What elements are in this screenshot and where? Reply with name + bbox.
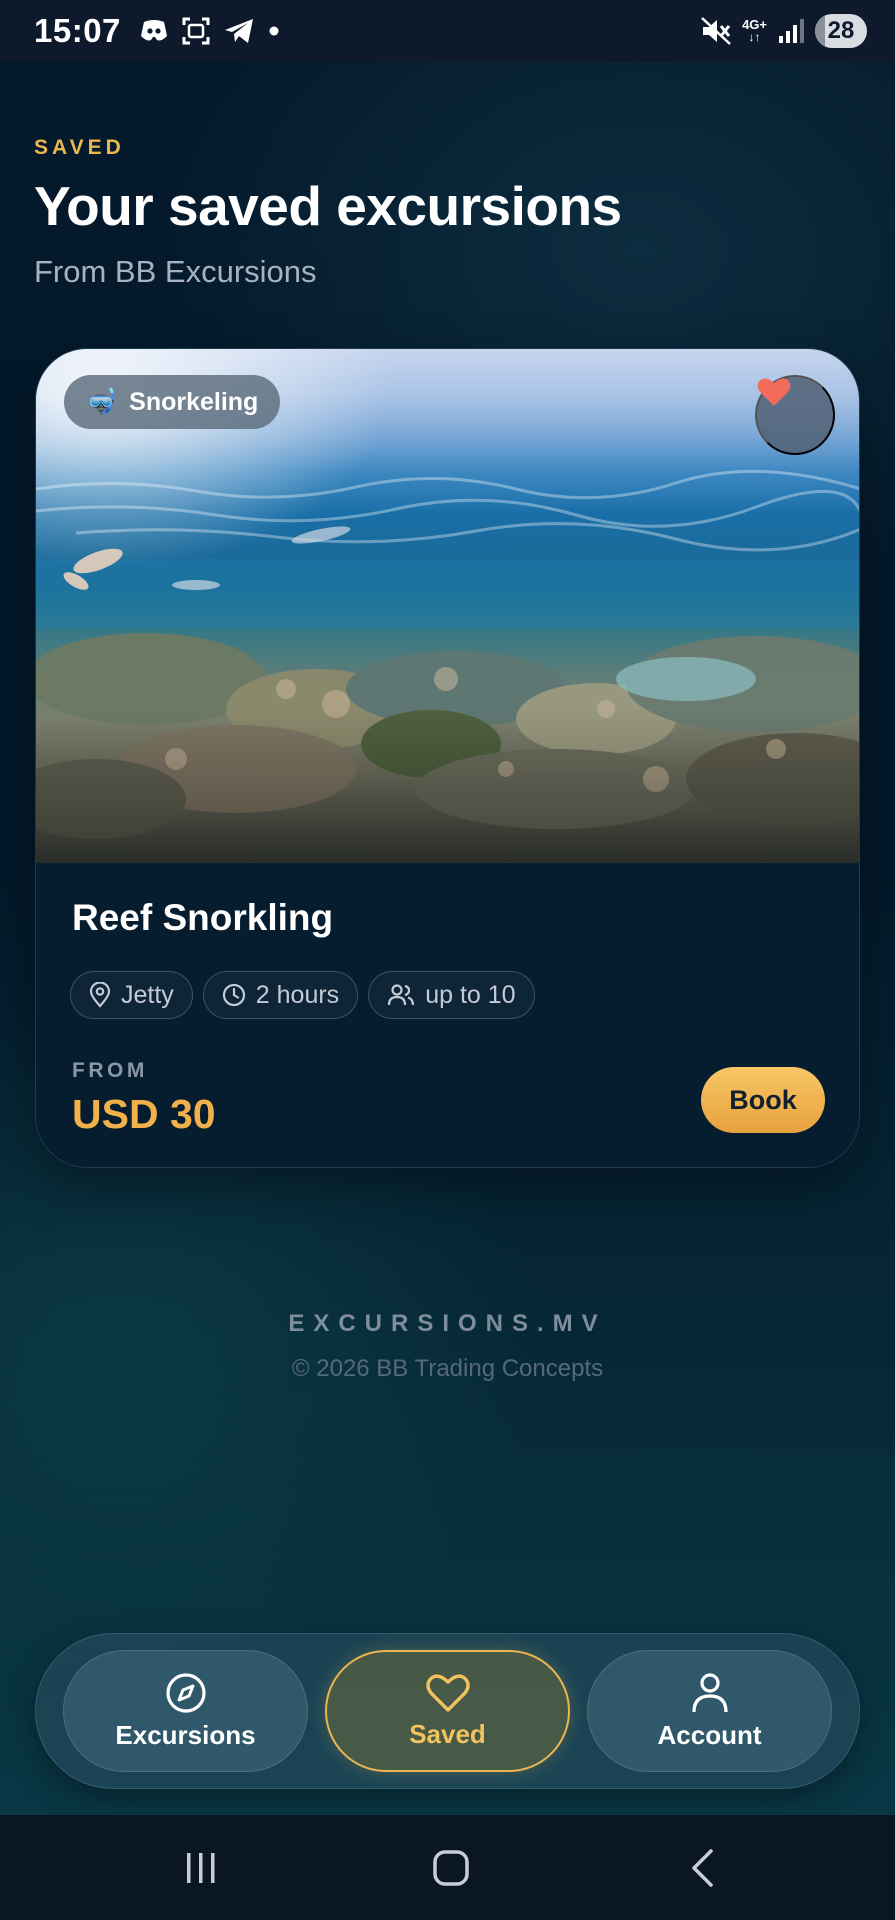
network-4g-icon: 4G+ ↓↑ <box>742 18 767 44</box>
nav-account-label: Account <box>657 1719 762 1750</box>
dot-icon <box>269 26 279 36</box>
location-chip: Jetty <box>70 971 193 1019</box>
screen-capture-icon <box>182 17 210 45</box>
meta-row: Jetty 2 hours up to 10 <box>70 971 535 1019</box>
brand-wordmark: EXCURSIONS.MV <box>288 1310 607 1337</box>
telegram-icon <box>224 19 253 43</box>
status-notification-icons <box>139 16 281 46</box>
location-pin-icon <box>89 982 111 1008</box>
compass-icon <box>165 1672 206 1713</box>
clock-icon <box>222 983 245 1007</box>
mute-icon <box>701 17 731 45</box>
section-eyebrow: SAVED <box>34 136 125 159</box>
price-value: USD 30 <box>72 1091 216 1137</box>
capacity-chip: up to 10 <box>368 971 535 1019</box>
duration-chip: 2 hours <box>202 971 359 1019</box>
price-from-label: FROM <box>72 1059 148 1082</box>
category-chip: 🤿 Snorkeling <box>64 375 281 429</box>
heart-outline-icon <box>425 1673 470 1712</box>
card-body: Reef Snorkling Jetty 2 hours up to 10 FR… <box>36 863 859 1167</box>
favorite-button[interactable] <box>755 375 835 455</box>
heart-filled-icon <box>757 378 791 406</box>
signal-icon <box>779 19 804 43</box>
page-title: Your saved excursions <box>34 175 622 237</box>
user-icon <box>691 1672 728 1712</box>
discord-icon <box>140 20 167 41</box>
network-arrows: ↓↑ <box>748 30 761 44</box>
nav-account[interactable]: Account <box>587 1650 832 1772</box>
battery-level: 28 <box>827 17 855 44</box>
nav-saved[interactable]: Saved <box>325 1650 570 1772</box>
recents-icon <box>187 1852 215 1883</box>
status-system-icons: 4G+ ↓↑ 28 <box>700 14 867 48</box>
book-button[interactable]: Book <box>701 1067 825 1133</box>
saved-screen: 15:07 4G+ ↓↑ 28 SAVED Your saved excursi… <box>0 0 895 1920</box>
users-icon <box>388 984 415 1006</box>
duration-label: 2 hours <box>255 980 340 1009</box>
home-icon <box>433 1849 469 1886</box>
recents-button[interactable] <box>141 1815 261 1920</box>
location-label: Jetty <box>121 980 174 1009</box>
capacity-label: up to 10 <box>425 980 516 1009</box>
page-subtitle: From BB Excursions <box>34 254 317 289</box>
back-button[interactable] <box>642 1815 762 1920</box>
nav-saved-label: Saved <box>409 1718 486 1749</box>
status-bar: 15:07 4G+ ↓↑ 28 <box>0 0 895 62</box>
snorkel-mask-icon: 🤿 <box>86 387 118 416</box>
excursion-card[interactable]: 🤿 Snorkeling Reef Snorkling Jetty 2 hour… <box>35 348 860 1168</box>
category-label: Snorkeling <box>129 387 259 416</box>
copyright: © 2026 BB Trading Concepts <box>291 1355 604 1382</box>
home-button[interactable] <box>391 1815 511 1920</box>
nav-excursions[interactable]: Excursions <box>63 1650 308 1772</box>
nav-excursions-label: Excursions <box>115 1719 256 1750</box>
excursion-image[interactable]: 🤿 Snorkeling <box>36 349 859 863</box>
back-icon <box>692 1848 713 1887</box>
system-nav-bar <box>0 1815 895 1920</box>
bottom-nav: Excursions Saved Account <box>35 1633 860 1789</box>
battery-icon: 28 <box>815 14 867 48</box>
status-time: 15:07 <box>34 12 121 49</box>
excursion-title: Reef Snorkling <box>72 897 334 938</box>
